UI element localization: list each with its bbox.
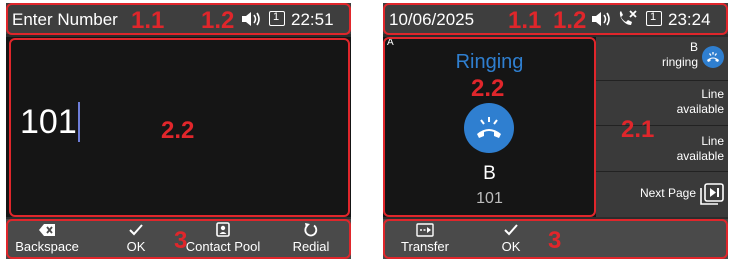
line-key-state: ringing [661,55,698,69]
line-key-2[interactable]: Line available [596,81,728,126]
annotation-label: 2.2 [471,75,505,102]
annotation-label: 1.1 [508,7,542,34]
annotation-label: 1.2 [553,7,587,34]
annotation-label: 3 [174,227,188,254]
annotation-label: 3 [548,227,562,254]
annotation-label: 2.2 [161,117,195,144]
annotation-box-main [383,37,596,217]
ringing-phone-icon [702,46,724,68]
annotation-label: 1.1 [131,7,165,34]
annotation-label: 2.1 [621,116,655,143]
line-key-label: Line [701,87,724,101]
line-key-label: Line [701,134,724,148]
phone-screen-dialing: Enter Number 1 22:51 101 Backspace OK Co… [6,3,351,259]
next-page-label: Next Page [639,186,696,200]
next-page-icon [700,183,724,205]
line-key-3[interactable]: Line available [596,126,728,172]
line-key-state: available [676,149,724,163]
annotation-box-status [6,3,351,35]
line-key-state: available [676,102,724,116]
line-key-b[interactable]: B ringing [596,37,728,81]
phone-screen-ringing: 10/06/2025 1 23:24 A Ringing B 101 B rin… [383,3,728,259]
line-key-name: B [689,40,698,54]
annotation-label: 1.2 [201,7,235,34]
next-page-key[interactable]: Next Page [596,172,728,217]
